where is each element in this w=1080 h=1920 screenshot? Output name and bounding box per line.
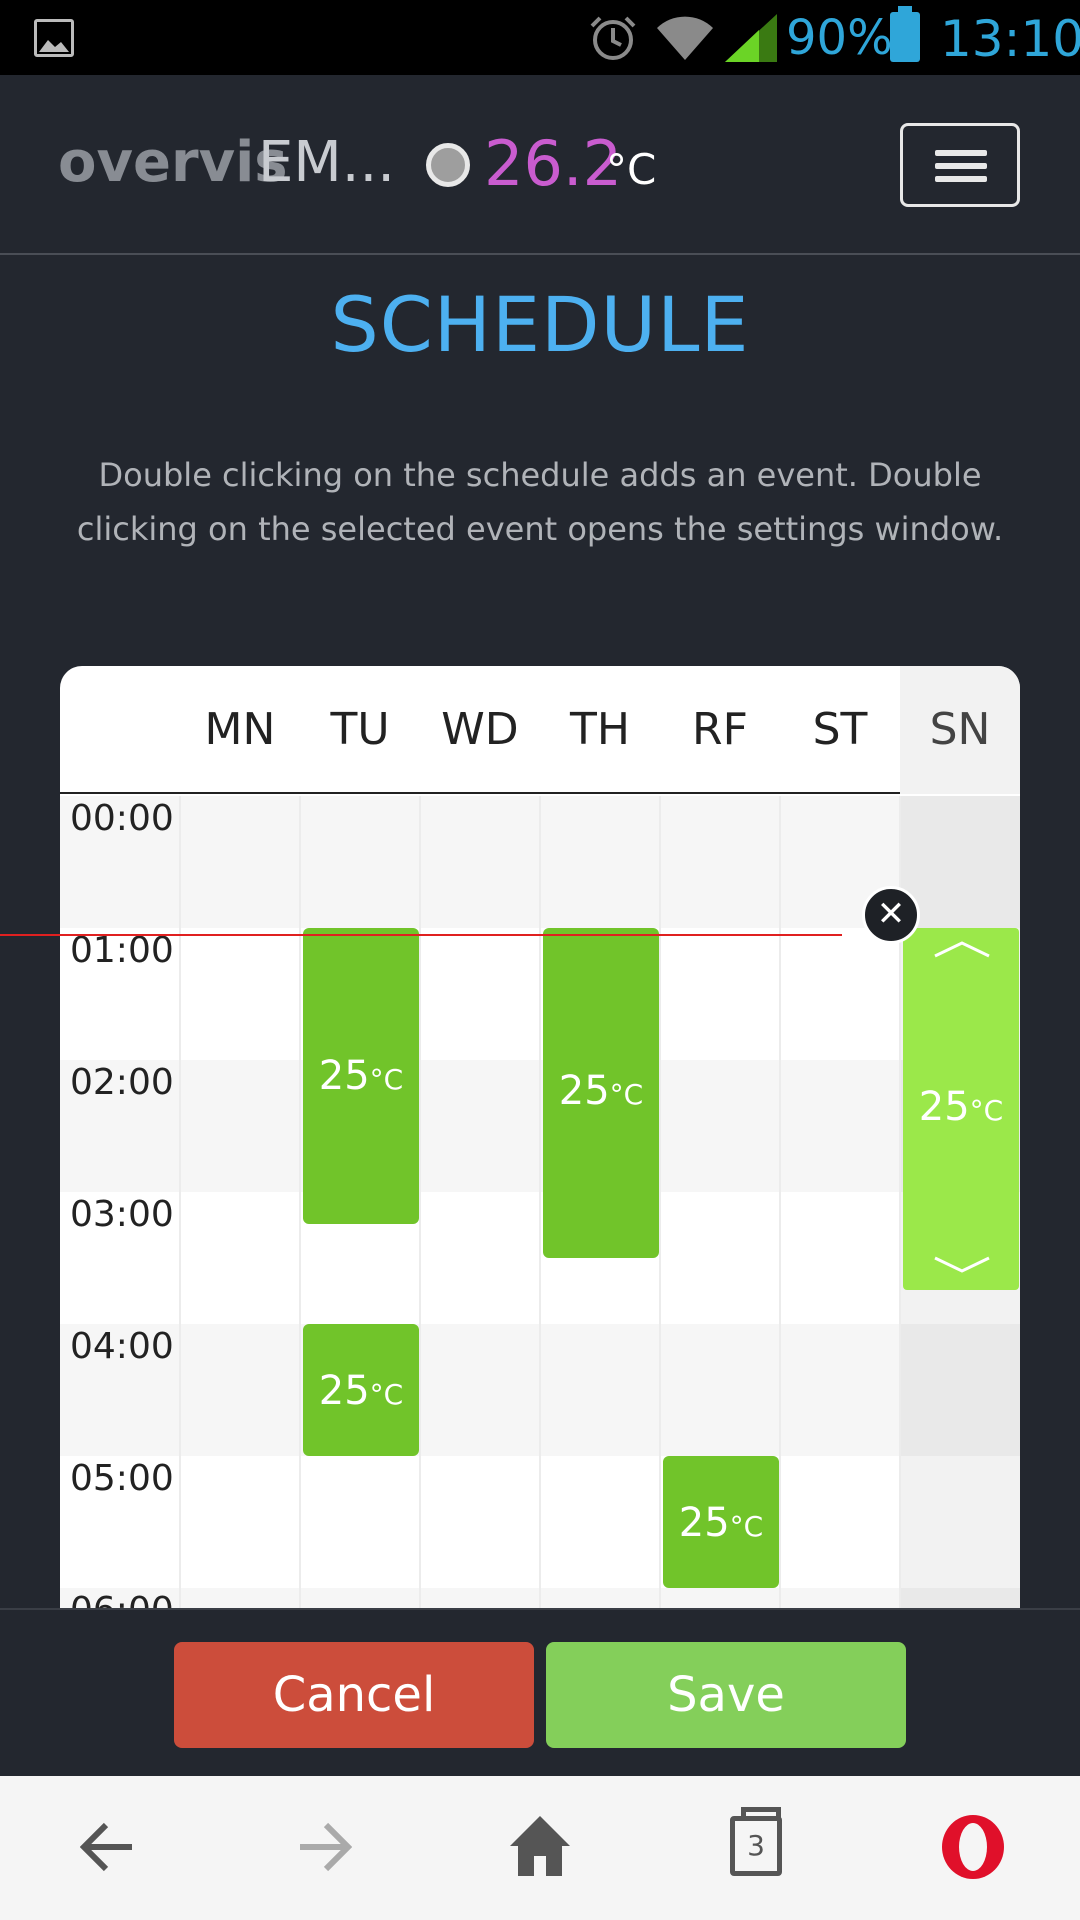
- schedule-event[interactable]: 25°C: [663, 1456, 779, 1588]
- day-tab-wd[interactable]: WD: [420, 666, 540, 794]
- resize-handle-down-icon[interactable]: [933, 1256, 991, 1274]
- device-name: EM...: [258, 130, 396, 195]
- hour-label: 05:00: [70, 1458, 174, 1499]
- day-tab-th[interactable]: TH: [540, 666, 660, 794]
- event-temperature: 25°C: [318, 1368, 404, 1414]
- brand-logo[interactable]: overvis: [58, 130, 288, 195]
- cancel-button[interactable]: Cancel: [174, 1642, 534, 1748]
- hamburger-menu-icon: [935, 150, 987, 156]
- hour-label: 03:00: [70, 1194, 174, 1235]
- wifi-icon: [657, 16, 713, 61]
- battery-icon: [890, 6, 920, 62]
- schedule-event[interactable]: 25°C: [303, 928, 419, 1224]
- alarm-icon: [590, 16, 636, 60]
- event-temperature: 25°C: [678, 1500, 764, 1546]
- schedule-instructions: Double clicking on the schedule adds an …: [76, 456, 1004, 548]
- hour-label: 01:00: [70, 930, 174, 971]
- day-tab-st[interactable]: ST: [780, 666, 900, 794]
- delete-event-button[interactable]: ✕: [862, 886, 920, 944]
- column-divider: [299, 796, 301, 1610]
- current-time-indicator: [0, 934, 842, 936]
- gallery-icon: [34, 19, 74, 57]
- schedule-event[interactable]: 25°C: [543, 928, 659, 1258]
- day-tab-sn[interactable]: SN: [900, 666, 1020, 794]
- page-title: SCHEDULE: [330, 280, 750, 369]
- close-icon: ✕: [876, 894, 906, 934]
- clock: 13:10: [940, 10, 1080, 68]
- hour-label: 02:00: [70, 1062, 174, 1103]
- schedule-event[interactable]: 25°C: [303, 1324, 419, 1456]
- event-temperature: 25°C: [558, 1068, 644, 1114]
- day-tab-tu[interactable]: TU: [300, 666, 420, 794]
- status-bar: 90% 13:10: [0, 0, 1080, 75]
- day-header-row: MN TU WD TH RF ST SN: [60, 666, 1020, 794]
- temperature-status-indicator: [426, 143, 470, 187]
- hour-label: 00:00: [70, 798, 174, 839]
- signal-icon: [725, 14, 777, 62]
- hour-label: 04:00: [70, 1326, 174, 1367]
- resize-handle-up-icon[interactable]: [933, 940, 991, 958]
- save-button[interactable]: Save: [546, 1642, 906, 1748]
- selected-schedule-event[interactable]: 25°C: [903, 928, 1019, 1290]
- temperature-unit: °C: [606, 145, 657, 194]
- app-header: overvis EM... 26.2 °C: [0, 75, 1080, 255]
- column-divider: [539, 796, 541, 1610]
- column-divider: [419, 796, 421, 1610]
- hour-label: 06:00: [70, 1590, 174, 1610]
- day-tab-mn[interactable]: MN: [180, 666, 300, 794]
- hamburger-menu-button[interactable]: [900, 123, 1020, 207]
- browser-nav-bar: 3: [0, 1776, 1080, 1920]
- schedule-card[interactable]: MN TU WD TH RF ST SN 00:00 01:00 02:00 0…: [60, 666, 1020, 1610]
- column-divider: [659, 796, 661, 1610]
- current-temperature: 26.2: [484, 127, 623, 200]
- day-tab-rf[interactable]: RF: [660, 666, 780, 794]
- battery-percentage: 90%: [786, 10, 893, 66]
- home-icon[interactable]: [508, 1812, 572, 1882]
- event-temperature: 25°C: [318, 1053, 404, 1099]
- action-bar: Cancel Save: [0, 1608, 1080, 1776]
- event-temperature: 25°C: [918, 1084, 1004, 1130]
- back-arrow-icon[interactable]: [80, 1812, 136, 1882]
- forward-arrow-icon[interactable]: [296, 1812, 352, 1882]
- column-divider: [779, 796, 781, 1610]
- tabs-icon[interactable]: 3: [730, 1807, 782, 1876]
- opera-logo-icon[interactable]: [938, 1812, 1008, 1882]
- column-divider: [179, 796, 181, 1610]
